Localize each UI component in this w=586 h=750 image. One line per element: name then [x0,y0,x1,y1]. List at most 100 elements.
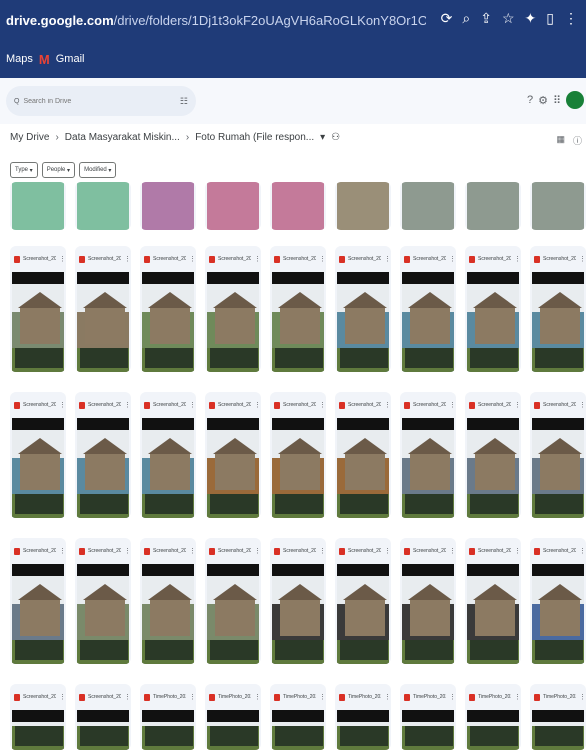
file-card[interactable]: TimePhoto_2023...⋮ [400,684,456,750]
filter-modified[interactable]: Modified ▾ [79,162,117,178]
file-card[interactable]: Screenshot_2023...⋮ [205,392,261,518]
more-options-icon[interactable]: ⋮ [579,255,586,263]
file-card[interactable]: Screenshot_2023...⋮ [270,392,326,518]
file-card[interactable]: TimePhoto_2023...⋮ [530,684,586,750]
search-options-icon[interactable]: ☷ [180,96,188,107]
file-card[interactable]: Screenshot_2023...⋮ [335,538,391,664]
more-options-icon[interactable]: ⋮ [189,693,196,701]
file-card[interactable] [140,182,196,230]
more-options-icon[interactable]: ⋮ [449,693,456,701]
more-options-icon[interactable]: ⋮ [449,401,456,409]
file-card[interactable] [400,182,456,230]
more-options-icon[interactable]: ⋮ [124,255,131,263]
file-card[interactable] [205,182,261,230]
more-options-icon[interactable]: ⋮ [319,401,326,409]
file-card[interactable]: TimePhoto_2023...⋮ [465,684,521,750]
file-card[interactable]: Screenshot_2023...⋮ [530,538,586,664]
more-options-icon[interactable]: ⋮ [254,693,261,701]
file-card[interactable]: Screenshot_2023...⋮ [10,246,66,372]
more-options-icon[interactable]: ⋮ [254,401,261,409]
more-options-icon[interactable]: ⋮ [579,547,586,555]
browser-address-bar[interactable]: drive.google.com/drive/folders/1Dj1t3okF… [0,0,586,40]
share-icon[interactable]: ⇪ [480,10,492,27]
settings-icon[interactable]: ⚙ [538,94,548,107]
bookmark-star-icon[interactable]: ☆ [502,10,515,27]
extension-icon[interactable]: ✦ [525,10,537,27]
avatar[interactable] [566,91,584,109]
info-icon[interactable]: ⓘ [573,134,582,147]
more-options-icon[interactable]: ⋮ [384,401,391,409]
filter-type[interactable]: Type ▾ [10,162,38,178]
more-options-icon[interactable]: ⋮ [124,547,131,555]
more-options-icon[interactable]: ⋮ [254,255,261,263]
grid-view-icon[interactable]: ▦ [556,134,565,147]
file-card[interactable] [270,182,326,230]
more-options-icon[interactable]: ⋮ [254,547,261,555]
more-options-icon[interactable]: ⋮ [189,547,196,555]
search-box[interactable]: Q ☷ [6,86,196,116]
more-options-icon[interactable]: ⋮ [384,547,391,555]
more-options-icon[interactable]: ⋮ [579,693,586,701]
more-options-icon[interactable]: ⋮ [59,693,66,701]
file-card[interactable]: Screenshot_2023...⋮ [205,538,261,664]
file-card[interactable] [75,182,131,230]
file-card[interactable] [530,182,586,230]
more-options-icon[interactable]: ⋮ [319,693,326,701]
file-card[interactable]: Screenshot_2023...⋮ [400,538,456,664]
file-card[interactable]: Screenshot_2023...⋮ [10,684,66,750]
file-card[interactable]: Screenshot_2023...⋮ [400,246,456,372]
refresh-icon[interactable]: ⟳ [441,10,453,27]
file-card[interactable]: Screenshot_2023...⋮ [140,246,196,372]
file-card[interactable]: Screenshot_2023...⋮ [10,392,66,518]
file-card[interactable] [335,182,391,230]
file-card[interactable]: Screenshot_2023...⋮ [400,392,456,518]
zoom-icon[interactable]: ⌕ [462,10,470,27]
sidebar-icon[interactable]: ▯ [546,10,554,27]
more-options-icon[interactable]: ⋮ [384,255,391,263]
file-card[interactable]: Screenshot_2023...⋮ [75,684,131,750]
menu-icon[interactable]: ⋮ [564,10,578,27]
file-card[interactable]: TimePhoto_2023...⋮ [335,684,391,750]
file-card[interactable]: Screenshot_2023...⋮ [465,246,521,372]
help-icon[interactable]: ? [527,94,533,106]
file-card[interactable]: Screenshot_2023...⋮ [75,246,131,372]
more-options-icon[interactable]: ⋮ [124,693,131,701]
more-options-icon[interactable]: ⋮ [449,547,456,555]
file-card[interactable]: Screenshot_2023...⋮ [465,392,521,518]
file-card[interactable]: TimePhoto_2023...⋮ [205,684,261,750]
more-options-icon[interactable]: ⋮ [59,401,66,409]
bookmark-gmail[interactable]: Gmail [56,53,85,65]
chevron-down-icon[interactable]: ▾ [320,132,325,143]
file-card[interactable] [10,182,66,230]
file-card[interactable]: Screenshot_2023...⋮ [465,538,521,664]
more-options-icon[interactable]: ⋮ [319,547,326,555]
more-options-icon[interactable]: ⋮ [579,401,586,409]
more-options-icon[interactable]: ⋮ [189,255,196,263]
more-options-icon[interactable]: ⋮ [189,401,196,409]
more-options-icon[interactable]: ⋮ [514,401,521,409]
apps-icon[interactable]: ⠿ [553,94,561,107]
file-card[interactable]: Screenshot_2023...⋮ [335,246,391,372]
more-options-icon[interactable]: ⋮ [449,255,456,263]
bookmark-maps[interactable]: Maps [6,53,33,65]
more-options-icon[interactable]: ⋮ [59,255,66,263]
more-options-icon[interactable]: ⋮ [384,693,391,701]
file-card[interactable]: Screenshot_2023...⋮ [335,392,391,518]
more-options-icon[interactable]: ⋮ [59,547,66,555]
file-card[interactable]: TimePhoto_2023...⋮ [140,684,196,750]
search-input[interactable] [23,97,164,105]
more-options-icon[interactable]: ⋮ [514,547,521,555]
file-card[interactable]: Screenshot_2023...⋮ [75,538,131,664]
breadcrumb-folder-1[interactable]: Data Masyarakat Miskin... [65,132,180,143]
file-card[interactable]: Screenshot_2023...⋮ [530,246,586,372]
file-card[interactable]: Screenshot_2023...⋮ [140,392,196,518]
more-options-icon[interactable]: ⋮ [319,255,326,263]
file-card[interactable] [465,182,521,230]
more-options-icon[interactable]: ⋮ [514,255,521,263]
file-card[interactable]: Screenshot_2023...⋮ [205,246,261,372]
file-card[interactable]: Screenshot_2023...⋮ [140,538,196,664]
breadcrumb-my-drive[interactable]: My Drive [10,132,49,143]
url-text[interactable]: drive.google.com/drive/folders/1Dj1t3okF… [6,13,426,28]
file-card[interactable]: Screenshot_2023...⋮ [270,538,326,664]
file-card[interactable]: Screenshot_2023...⋮ [530,392,586,518]
